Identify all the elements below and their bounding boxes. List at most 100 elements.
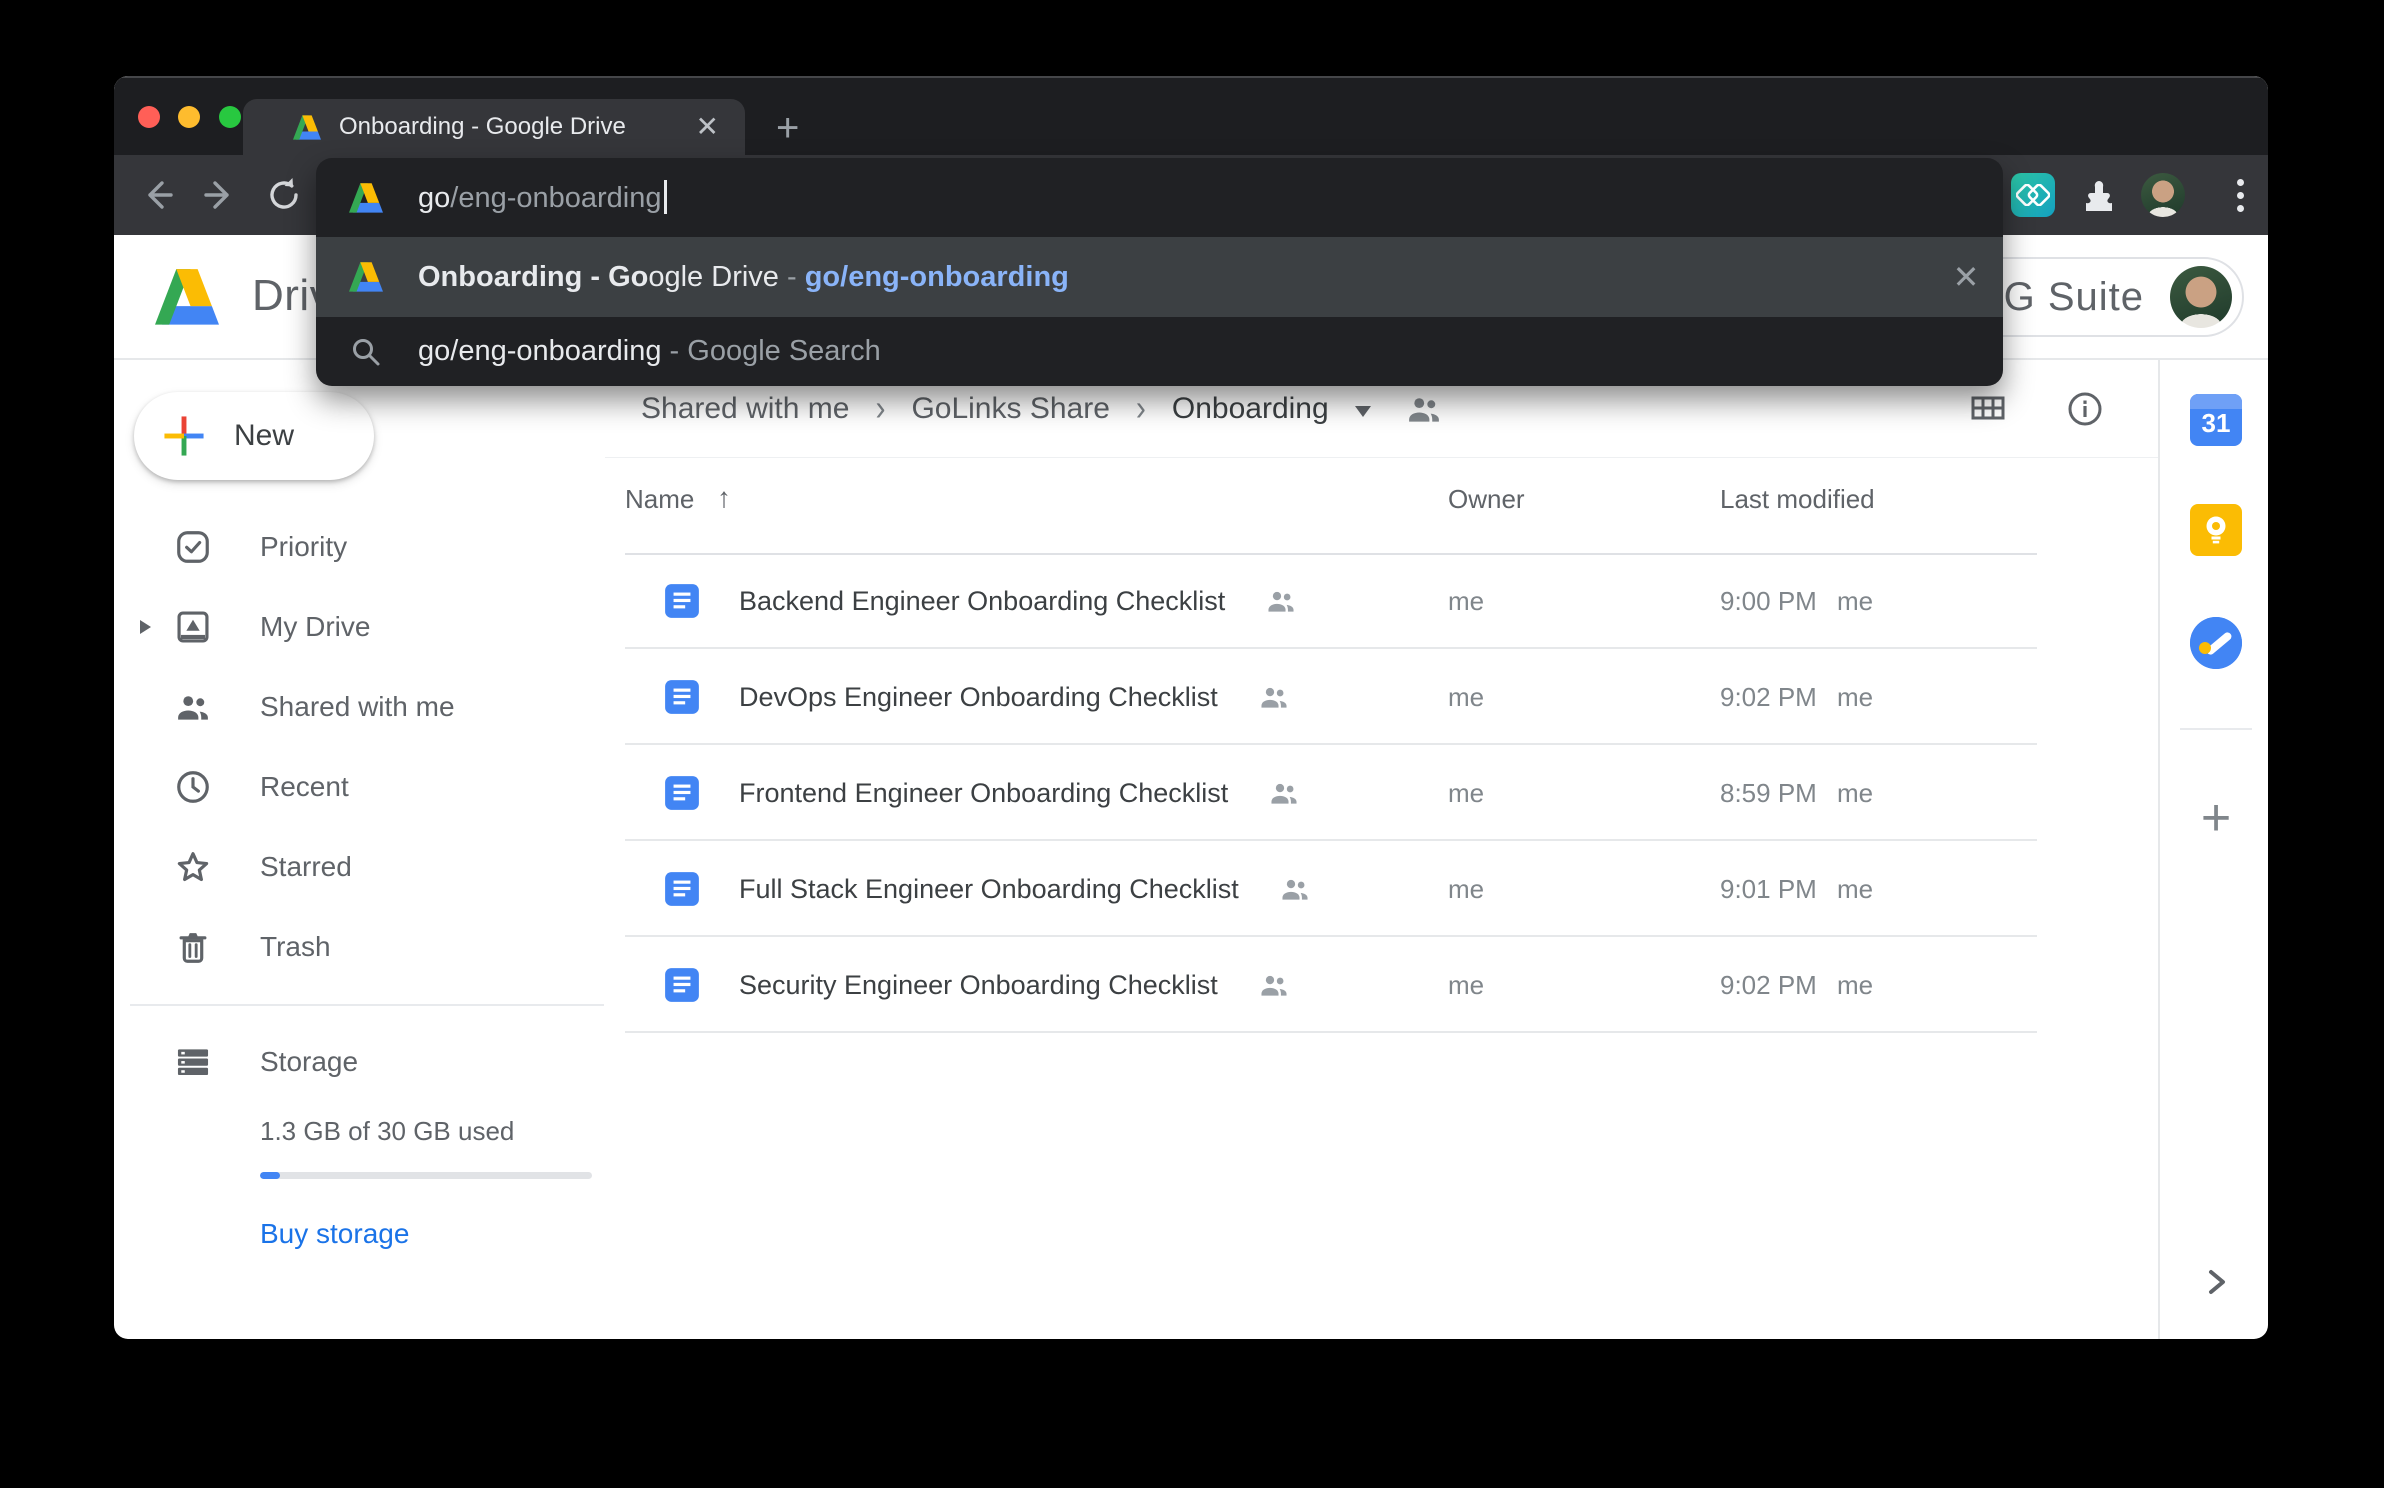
sidebar-item-trash[interactable]: Trash [114,907,605,987]
golinks-extension-icon[interactable] [2011,173,2055,217]
suggestion-text: go/eng-onboarding - Google Search [418,335,881,368]
url-typed: go [418,182,450,214]
file-owner: me [1448,553,1484,649]
file-row-security[interactable]: Security Engineer Onboarding Checklist m… [625,937,2037,1033]
file-modified-time: 9:02 PM [1720,649,1817,745]
search-suffix: - Google Search [661,335,880,367]
breadcrumb-golinks-share[interactable]: GoLinks Share [911,392,1109,426]
breadcrumb: Shared with me › GoLinks Share › Onboard… [641,379,1443,439]
column-header-owner[interactable]: Owner [1448,484,1525,515]
chrome-menu-icon[interactable] [2218,173,2262,217]
sidebar-item-priority[interactable]: Priority [114,507,605,587]
collapse-panel-chevron-icon[interactable] [2196,1262,2236,1302]
suggestion-match: Onboarding - Go [418,261,648,293]
forward-icon[interactable] [200,175,240,215]
extensions-puzzle-icon[interactable] [2077,173,2121,217]
suggestion-url: go/eng-onboarding [805,261,1069,293]
sidebar-item-storage[interactable]: Storage [114,1022,605,1102]
traffic-minimize-button[interactable] [178,106,200,128]
remove-suggestion-icon[interactable]: ✕ [1948,259,1984,295]
star-icon [174,848,212,886]
storage-label: Storage [260,1046,358,1078]
keep-bulb-icon [2201,513,2231,547]
drive-suggestion-icon [349,260,383,294]
sidebar-label: Shared with me [260,691,455,723]
buy-storage-link[interactable]: Buy storage [260,1218,409,1250]
file-name: Backend Engineer Onboarding Checklist [739,586,1225,617]
tab-close-icon[interactable]: ✕ [696,113,719,141]
suggestion-rest: ogle Drive [648,261,779,293]
file-modified-time: 9:02 PM [1720,937,1817,1033]
keep-icon[interactable] [2190,504,2242,556]
golinks-links-icon [2016,184,2050,206]
drive-favicon [349,181,383,215]
sidebar-item-starred[interactable]: Starred [114,827,605,907]
column-header-name[interactable]: Name [625,484,694,515]
file-owner: me [1448,745,1484,841]
file-row-full-stack[interactable]: Full Stack Engineer Onboarding Checklist… [625,841,2037,937]
sidebar-item-shared-with-me[interactable]: Shared with me [114,667,605,747]
traffic-zoom-button[interactable] [219,106,241,128]
folder-menu-caret-icon[interactable] [1355,406,1371,417]
new-button[interactable]: New [134,392,374,480]
recent-clock-icon [174,768,212,806]
file-owner: me [1448,841,1484,937]
suggestion-sep: - [779,261,805,293]
calendar-icon[interactable]: 31 [2190,394,2242,446]
profile-avatar[interactable] [2141,173,2185,217]
back-icon[interactable] [137,175,177,215]
sidebar-item-recent[interactable]: Recent [114,747,605,827]
right-rail-divider [2158,360,2160,1339]
file-name: Security Engineer Onboarding Checklist [739,970,1218,1001]
file-name: DevOps Engineer Onboarding Checklist [739,682,1218,713]
sidebar-item-my-drive[interactable]: My Drive [114,587,605,667]
drive-favicon [293,115,321,140]
sidebar-divider [130,1004,604,1006]
file-row-frontend[interactable]: Frontend Engineer Onboarding Checklist m… [625,745,2037,841]
suggestion-drive-result[interactable]: Onboarding - Google Drive - go/eng-onboa… [316,237,2003,317]
column-header-last-modified[interactable]: Last modified [1720,484,1875,515]
file-modified-by: me [1837,745,1873,841]
sidebar-label: My Drive [260,611,370,643]
shared-indicator-icon [1265,585,1297,617]
grid-view-icon[interactable] [1966,387,2010,431]
search-query: go/eng-onboarding [418,335,661,367]
tab-onboarding-drive[interactable]: Onboarding - Google Drive ✕ [243,99,745,155]
file-name: Full Stack Engineer Onboarding Checklist [739,874,1239,905]
file-modified-time: 8:59 PM [1720,745,1817,841]
storage-icon [174,1043,212,1081]
calendar-day-number: 31 [2190,408,2242,439]
file-row-devops[interactable]: DevOps Engineer Onboarding Checklist me … [625,649,2037,745]
suggestion-google-search[interactable]: go/eng-onboarding - Google Search [316,317,2003,386]
breadcrumb-shared-with-me[interactable]: Shared with me [641,392,849,426]
tasks-icon[interactable] [2190,617,2242,669]
new-button-label: New [234,419,294,453]
sort-ascending-icon[interactable]: ↑ [717,482,731,514]
google-docs-icon [663,582,701,620]
breadcrumb-chevron-icon: › [1136,389,1146,430]
info-icon[interactable] [2063,387,2107,431]
new-tab-button[interactable]: + [776,112,799,144]
url-input[interactable]: go/eng-onboarding [418,180,667,215]
breadcrumb-chevron-icon: › [875,389,885,430]
add-addon-button[interactable]: + [2190,794,2242,846]
google-docs-icon [663,966,701,1004]
reload-icon[interactable] [264,175,304,215]
expand-caret-icon[interactable] [140,620,151,634]
file-modified-by: me [1837,649,1873,745]
file-modified-by: me [1837,937,1873,1033]
calendar-icon-band [2190,394,2242,409]
desktop: Onboarding - Google Drive ✕ + [0,0,2384,1488]
google-plus-icon [162,414,206,458]
url-rest: /eng-onboarding [450,182,661,214]
row-divider [625,1031,2037,1033]
traffic-close-button[interactable] [138,106,160,128]
url-bar[interactable]: go/eng-onboarding [316,158,2003,237]
breadcrumb-onboarding[interactable]: Onboarding [1172,392,1329,426]
account-avatar[interactable] [2170,266,2232,328]
file-row-backend[interactable]: Backend Engineer Onboarding Checklist me… [625,553,2037,649]
file-owner: me [1448,937,1484,1033]
shared-indicator-icon [1268,777,1300,809]
drive-logo[interactable] [155,269,219,325]
shared-indicator-icon [1258,969,1290,1001]
